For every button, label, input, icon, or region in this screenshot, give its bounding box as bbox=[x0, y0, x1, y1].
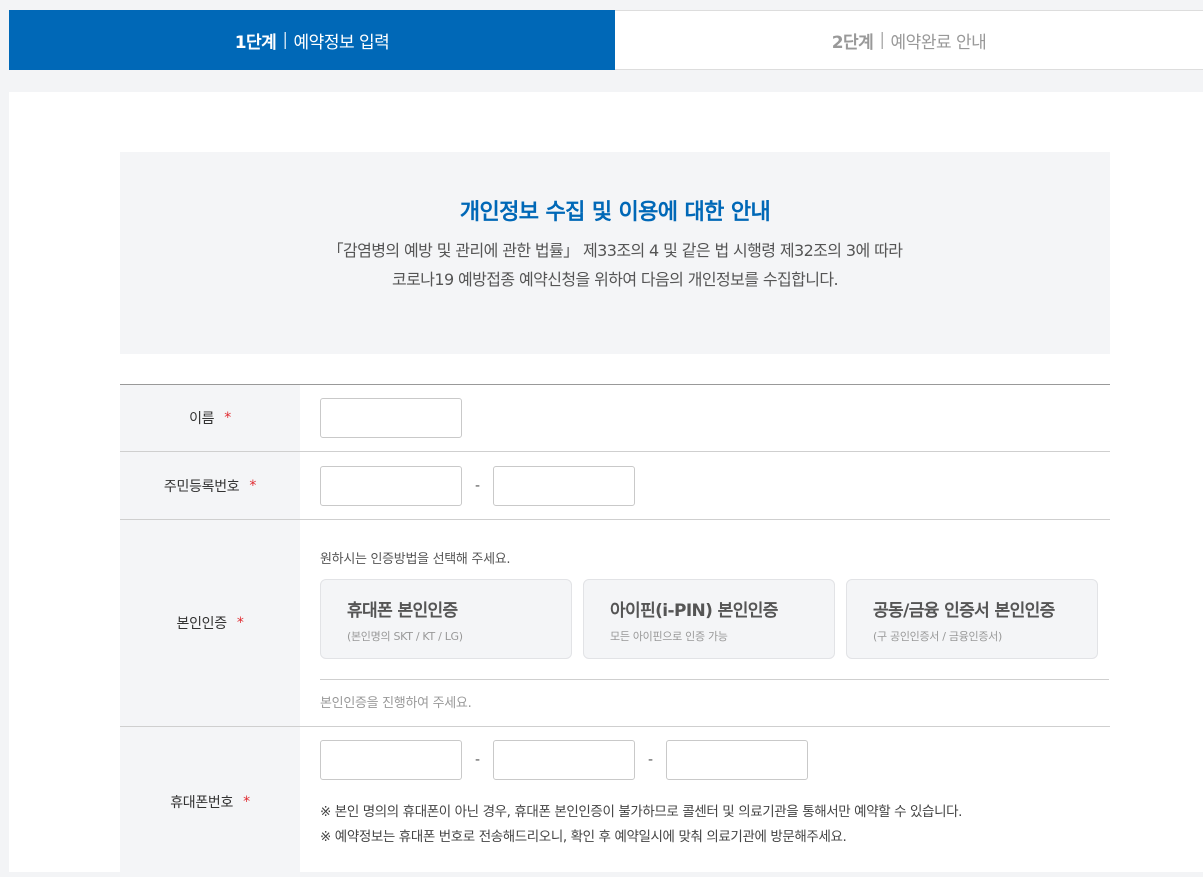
name-row: 이름 * bbox=[120, 385, 1110, 452]
ipin-auth-button[interactable]: 아이핀(i-PIN) 본인인증 모든 아이핀으로 인증 가능 bbox=[583, 579, 835, 659]
step-progress: 1단계 | 예약정보 입력 2단계 | 예약완료 안내 bbox=[9, 10, 1203, 70]
phone-inputs: - - bbox=[320, 740, 1110, 780]
rrn-row: 주민등록번호 * - bbox=[120, 452, 1110, 520]
ipin-auth-subtitle: 모든 아이핀으로 인증 가능 bbox=[610, 630, 728, 643]
phone-row: 휴대폰번호 * - - ※ 본인 명의의 휴대폰이 아닌 경우, 휴대폰 본인인… bbox=[120, 727, 1110, 877]
required-mark: * bbox=[236, 615, 244, 631]
phone-notes: ※ 본인 명의의 휴대폰이 아닌 경우, 휴대폰 본인인증이 불가하므로 콜센터… bbox=[320, 800, 1110, 850]
auth-row: 본인인증 * 원하시는 인증방법을 선택해 주세요. 휴대폰 본인인증 (본인명… bbox=[120, 520, 1110, 727]
step-2-separator: | bbox=[879, 30, 885, 50]
step-1-separator: | bbox=[282, 30, 288, 50]
rrn-dash: - bbox=[474, 477, 481, 494]
name-input[interactable] bbox=[320, 398, 462, 438]
phone-part2-input[interactable] bbox=[493, 740, 635, 780]
ipin-auth-title: 아이핀(i-PIN) 본인인증 bbox=[610, 601, 778, 621]
required-mark: * bbox=[249, 477, 257, 494]
phone-auth-title: 휴대폰 본인인증 bbox=[347, 601, 458, 621]
auth-label: 본인인증 * bbox=[120, 520, 300, 726]
certificate-auth-subtitle: (구 공인인증서 / 금융인증서) bbox=[873, 630, 1002, 643]
step-2-label: 예약완료 안내 bbox=[890, 32, 987, 53]
auth-guide-text: 원하시는 인증방법을 선택해 주세요. bbox=[320, 552, 511, 567]
phone-label-text: 휴대폰번호 bbox=[170, 795, 234, 811]
rrn-front-input[interactable] bbox=[320, 465, 462, 506]
reservation-form: 이름 * 주민등록번호 * - 본인인증 * 원하시는 인증방법을 선택해 주세… bbox=[120, 384, 1110, 877]
required-mark: * bbox=[243, 794, 250, 810]
certificate-auth-button[interactable]: 공동/금융 인증서 본인인증 (구 공인인증서 / 금융인증서) bbox=[846, 579, 1098, 659]
name-label-text: 이름 bbox=[189, 411, 215, 427]
phone-dash-1: - bbox=[474, 752, 481, 768]
step-1-label: 예약정보 입력 bbox=[293, 32, 390, 53]
phone-auth-subtitle: (본인명의 SKT / KT / LG) bbox=[347, 630, 463, 643]
step-1-number: 1단계 bbox=[234, 32, 277, 53]
phone-part1-input[interactable] bbox=[320, 740, 462, 780]
rrn-back-input[interactable] bbox=[493, 465, 635, 506]
phone-note-1: ※ 본인 명의의 휴대폰이 아닌 경우, 휴대폰 본인인증이 불가하므로 콜센터… bbox=[320, 804, 963, 820]
phone-part3-input[interactable] bbox=[666, 740, 808, 780]
notice-line-1: 「감염병의 예방 및 관리에 관한 법률」 제33조의 4 및 같은 법 시행령… bbox=[327, 241, 903, 260]
auth-status-text: 본인인증을 진행하여 주세요. bbox=[320, 679, 1109, 711]
required-mark: * bbox=[224, 410, 231, 426]
phone-dash-2: - bbox=[647, 752, 654, 768]
certificate-auth-title: 공동/금융 인증서 본인인증 bbox=[873, 601, 1055, 621]
notice-title: 개인정보 수집 및 이용에 대한 안내 bbox=[459, 200, 771, 225]
rrn-label-text: 주민등록번호 bbox=[163, 478, 240, 495]
phone-label: 휴대폰번호 * bbox=[120, 727, 300, 877]
phone-auth-button[interactable]: 휴대폰 본인인증 (본인명의 SKT / KT / LG) bbox=[320, 579, 572, 659]
phone-note-2: ※ 예약정보는 휴대폰 번호로 전송해드리오니, 확인 후 예약일시에 맞춰 의… bbox=[320, 829, 847, 845]
notice-line-2: 코로나19 예방접종 예약신청을 위하여 다음의 개인정보를 수집합니다. bbox=[392, 270, 839, 289]
step-2-number: 2단계 bbox=[831, 32, 874, 53]
rrn-label: 주민등록번호 * bbox=[120, 452, 300, 519]
reservation-panel: 개인정보 수집 및 이용에 대한 안내 「감염병의 예방 및 관리에 관한 법률… bbox=[9, 92, 1203, 877]
auth-label-text: 본인인증 bbox=[176, 616, 227, 632]
auth-methods: 휴대폰 본인인증 (본인명의 SKT / KT / LG) 아이핀(i-PIN)… bbox=[320, 579, 1110, 659]
privacy-notice: 개인정보 수집 및 이용에 대한 안내 「감염병의 예방 및 관리에 관한 법률… bbox=[120, 152, 1110, 354]
step-2-tab[interactable]: 2단계 | 예약완료 안내 bbox=[615, 11, 1203, 69]
name-label: 이름 * bbox=[120, 385, 300, 451]
step-1-tab[interactable]: 1단계 | 예약정보 입력 bbox=[9, 10, 615, 70]
